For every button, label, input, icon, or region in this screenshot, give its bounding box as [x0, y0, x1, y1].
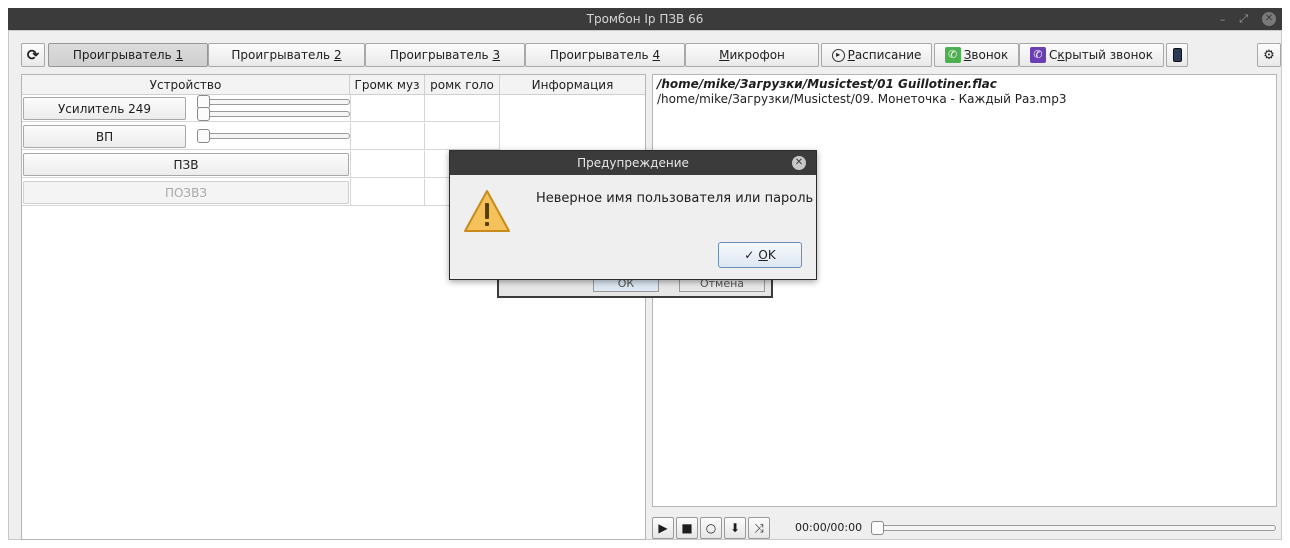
checkmark-icon: ✓: [744, 248, 755, 262]
dialog-title: Предупреждение: [577, 156, 689, 170]
playlist-item-current[interactable]: /home/mike/Загрузки/Musictest/01 Guillot…: [657, 77, 997, 91]
schedule-accel: Р: [847, 48, 855, 62]
devices-table-header: Устройство Громк муз ромк голо Информаци…: [22, 75, 645, 95]
tab-player-2-label: Проигрыватель: [231, 48, 334, 62]
voice-volume-cell: [425, 123, 500, 150]
device-row: Усилитель 249: [22, 95, 500, 122]
down-arrow-icon: ⬇: [729, 521, 741, 535]
dialog-titlebar: Предупреждение ✕: [450, 151, 816, 175]
playlist-item[interactable]: /home/mike/Загрузки/Musictest/09. Монето…: [657, 92, 1066, 106]
window-title: Тромбон Ip ПЗВ 66: [586, 12, 704, 26]
column-device[interactable]: Устройство: [22, 75, 350, 95]
play-button[interactable]: ▶: [652, 517, 674, 539]
column-voice-volume[interactable]: ромк голо: [425, 75, 500, 95]
phone-icon: ✆: [944, 47, 961, 63]
music-volume-cell: [350, 123, 425, 150]
volume-slider[interactable]: [197, 129, 350, 143]
tab-player-1-accel: 1: [175, 48, 184, 62]
playback-time: 00:00/00:00: [795, 521, 863, 534]
ok-button[interactable]: ✓ OK: [718, 242, 802, 268]
device-button-disabled: ПОЗВЗ: [23, 181, 349, 204]
slider-handle[interactable]: [871, 521, 884, 535]
device-row: ПЗВ: [22, 151, 500, 178]
settings-button[interactable]: ⚙: [1257, 43, 1281, 67]
tab-player-3-accel: 3: [492, 48, 501, 62]
music-volume-slider[interactable]: [197, 95, 350, 109]
playback-progress-slider[interactable]: [871, 521, 1276, 535]
column-music-volume[interactable]: Громк муз: [350, 75, 425, 95]
schedule-label: асписание: [854, 48, 922, 62]
refresh-icon: ⟳: [26, 46, 40, 64]
device-row: ПОЗВЗ: [22, 179, 500, 206]
music-volume-cell: [350, 151, 425, 178]
hidden-call-label: рытый звонок: [1064, 48, 1154, 62]
device-button[interactable]: Усилитель 249: [23, 97, 186, 120]
voice-volume-slider[interactable]: [197, 107, 350, 121]
download-button[interactable]: ⬇: [724, 517, 746, 539]
device-button[interactable]: ВП: [23, 125, 186, 148]
call-label: вонок: [971, 48, 1009, 62]
minimize-icon[interactable]: –: [1220, 13, 1226, 26]
tab-player-2[interactable]: Проигрыватель 2: [208, 43, 365, 67]
devices-table: Устройство Громк муз ромк голо Информаци…: [21, 74, 646, 540]
tab-player-1[interactable]: Проигрыватель 1: [48, 43, 208, 67]
stop-button[interactable]: ■: [676, 517, 698, 539]
voice-volume-cell: [425, 95, 500, 122]
repeat-icon: ○: [705, 521, 717, 535]
tab-player-3[interactable]: Проигрыватель 3: [365, 43, 525, 67]
close-icon[interactable]: ✕: [792, 156, 806, 170]
microphone-accel: М: [719, 48, 730, 62]
tab-player-4-label: Проигрыватель: [549, 48, 653, 62]
call-button[interactable]: ✆ Звонок: [934, 43, 1019, 67]
device-row: ВП: [22, 123, 500, 150]
mobile-device-icon: [1172, 48, 1182, 62]
tab-player-2-accel: 2: [333, 48, 342, 62]
tab-player-3-label: Проигрыватель: [389, 48, 493, 62]
device-button[interactable]: [1166, 43, 1188, 67]
ok-label-rest: K: [767, 248, 776, 262]
schedule-button[interactable]: ▸ Расписание: [821, 43, 932, 67]
warning-icon: [464, 190, 510, 232]
music-volume-cell: [350, 95, 425, 122]
slider-handle[interactable]: [197, 107, 210, 121]
call-accel: З: [963, 48, 972, 62]
ok-label: OK: [758, 248, 775, 262]
slider-handle[interactable]: [197, 129, 210, 143]
microphone-label: икрофон: [729, 48, 785, 62]
shuffle-icon: ⤨: [754, 520, 764, 535]
column-info[interactable]: Информация: [500, 75, 645, 95]
maximize-icon[interactable]: ⤢: [1239, 12, 1248, 26]
dialog-message: Неверное имя пользователя или пароль: [536, 191, 814, 206]
refresh-button[interactable]: ⟳: [21, 43, 45, 67]
play-icon: ▶: [658, 521, 668, 535]
hidden-phone-icon: ✆: [1029, 47, 1046, 63]
tab-player-4-accel: 4: [652, 48, 661, 62]
ok-accel: O: [758, 248, 768, 262]
player-controls: ▶ ■ ○ ⬇ ⤨ 00:00/00:00: [652, 517, 1277, 539]
gears-icon: ⚙: [1263, 47, 1275, 63]
warning-dialog: Предупреждение ✕ Неверное имя пользовате…: [449, 150, 817, 280]
window-titlebar: Тромбон Ip ПЗВ 66 – ⤢ ✕: [8, 8, 1282, 30]
window-controls: – ⤢ ✕: [1220, 8, 1276, 30]
device-button[interactable]: ПЗВ: [23, 153, 349, 176]
hidden-call-button[interactable]: ✆ Ск рытый звонок: [1019, 43, 1164, 67]
repeat-button[interactable]: ○: [700, 517, 722, 539]
hidden-call-label-pre: С: [1048, 48, 1058, 62]
microphone-button[interactable]: Микрофон: [685, 43, 819, 67]
shuffle-button[interactable]: ⤨: [748, 517, 770, 539]
tab-player-4[interactable]: Проигрыватель 4: [525, 43, 685, 67]
schedule-icon: ▸: [831, 48, 845, 62]
tab-player-1-label: Проигрыватель: [72, 48, 176, 62]
stop-icon: ■: [681, 521, 693, 535]
close-icon[interactable]: ✕: [1262, 12, 1276, 26]
music-volume-cell: [350, 179, 425, 206]
hidden-call-accel: к: [1057, 48, 1065, 62]
